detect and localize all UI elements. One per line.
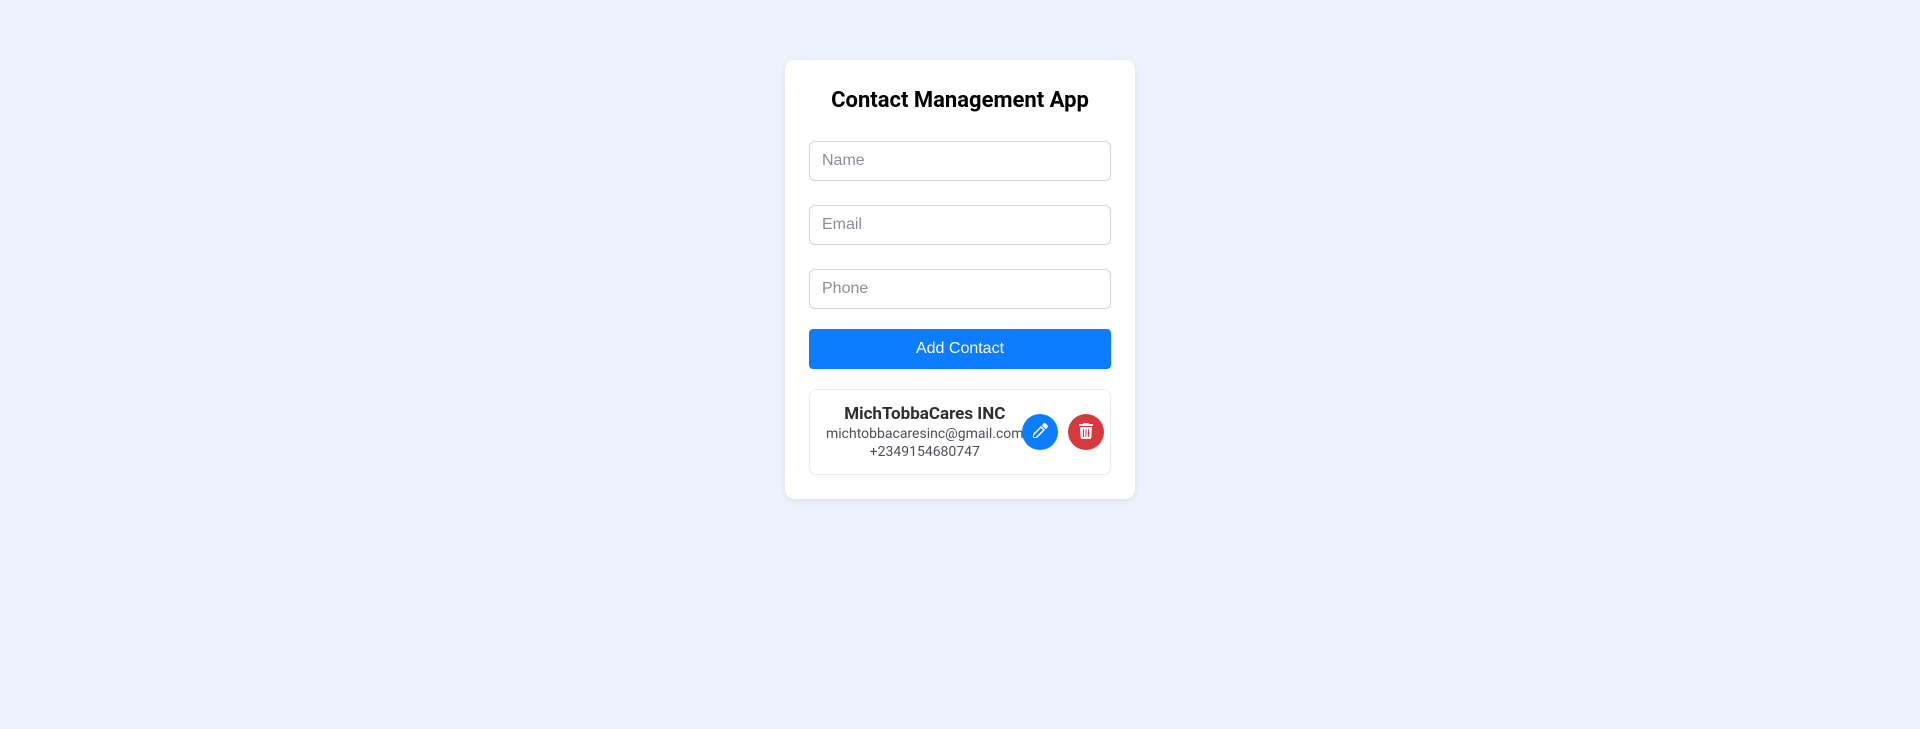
app-card: Contact Management App Add Contact MichT… <box>785 60 1135 499</box>
email-input[interactable] <box>809 205 1111 245</box>
contact-name: MichTobbaCares INC <box>826 404 1024 424</box>
trash-icon <box>1078 423 1094 442</box>
contact-card: MichTobbaCares INC michtobbacaresinc@gma… <box>809 389 1111 475</box>
phone-input[interactable] <box>809 269 1111 309</box>
contact-actions <box>1022 414 1104 450</box>
edit-contact-button[interactable] <box>1022 414 1058 450</box>
add-contact-button[interactable]: Add Contact <box>809 329 1111 369</box>
name-input[interactable] <box>809 141 1111 181</box>
edit-icon <box>1032 423 1048 442</box>
delete-contact-button[interactable] <box>1068 414 1104 450</box>
contact-email: michtobbacaresinc@gmail.com <box>826 426 1024 442</box>
contact-phone: +2349154680747 <box>826 444 1024 460</box>
contact-info: MichTobbaCares INC michtobbacaresinc@gma… <box>826 404 1024 460</box>
page-title: Contact Management App <box>809 88 1111 113</box>
